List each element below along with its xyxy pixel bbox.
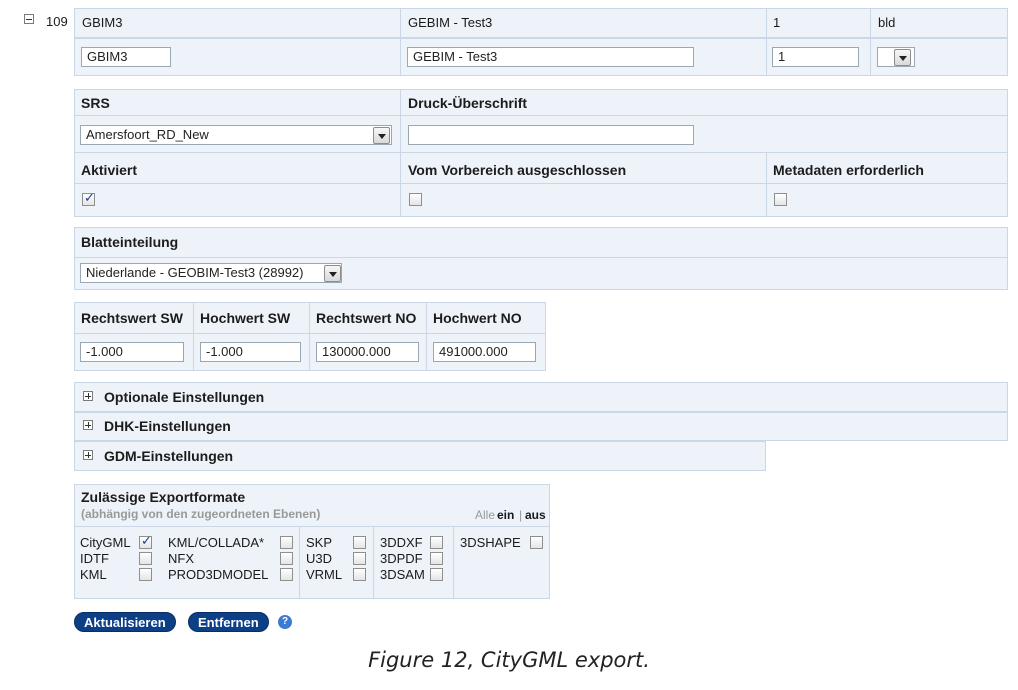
row-title: GEBIM - Test3: [408, 15, 493, 30]
chevron-down-icon[interactable]: [324, 265, 341, 282]
coord-field[interactable]: 491000.000: [433, 342, 536, 362]
format-label: KML: [80, 567, 107, 582]
formats-deselect-all-link[interactable]: aus: [525, 508, 546, 522]
format-label: PROD3DMODEL: [168, 567, 269, 582]
name-field[interactable]: GBIM3: [81, 47, 171, 67]
format-checkbox[interactable]: [280, 568, 293, 581]
srs-section: [74, 89, 1008, 217]
format-label: 3DPDF: [380, 551, 423, 566]
optional-settings-label[interactable]: Optionale Einstellungen: [104, 389, 264, 405]
srs-label: SRS: [81, 95, 110, 111]
remove-button[interactable]: Entfernen: [188, 612, 269, 632]
format-checkbox[interactable]: [430, 536, 443, 549]
sheet-label: Blatteinteilung: [81, 234, 179, 250]
coords-header: Rechtswert SW: [81, 310, 183, 326]
format-checkbox[interactable]: [353, 552, 366, 565]
collapse-row-icon[interactable]: [24, 14, 34, 24]
format-label: CityGML: [80, 535, 131, 550]
format-checkbox[interactable]: [430, 568, 443, 581]
format-label: 3DDXF: [380, 535, 423, 550]
srs-select[interactable]: Amersfoort_RD_New: [80, 125, 392, 145]
metadata-label: Metadaten erforderlich: [773, 162, 924, 178]
print-heading-label: Druck-Überschrift: [408, 95, 528, 111]
plus-box-icon[interactable]: [83, 450, 93, 460]
format-label: U3D: [306, 551, 333, 566]
formats-subtitle: (abhängig von den zugeordneten Ebenen): [81, 507, 321, 521]
format-label: KML/COLLADA*: [168, 535, 265, 550]
update-button[interactable]: Aktualisieren: [74, 612, 176, 632]
format-checkbox[interactable]: [353, 568, 366, 581]
row-number: 1: [773, 15, 781, 30]
formats-title: Zulässige Exportformate: [81, 489, 246, 505]
coord-field[interactable]: 130000.000: [316, 342, 419, 362]
format-checkbox[interactable]: [139, 568, 152, 581]
format-checkbox[interactable]: [280, 552, 293, 565]
activated-label: Aktiviert: [81, 162, 138, 178]
format-checkbox[interactable]: [530, 536, 543, 549]
print-heading-field[interactable]: [408, 125, 694, 145]
format-checkbox[interactable]: [280, 536, 293, 549]
row-id: 109: [46, 14, 68, 29]
coord-field[interactable]: -1.000: [80, 342, 184, 362]
format-label: NFX: [168, 551, 194, 566]
metadata-checkbox[interactable]: [774, 193, 787, 206]
coords-header: Hochwert SW: [200, 310, 291, 326]
excluded-checkbox[interactable]: [409, 193, 422, 206]
excluded-label: Vom Vorbereich ausgeschlossen: [408, 162, 627, 178]
row-header: [74, 8, 1008, 38]
format-label: 3DSAM: [380, 567, 425, 582]
format-checkbox[interactable]: [139, 552, 152, 565]
formats-link-separator: |: [519, 508, 523, 522]
format-label: SKP: [306, 535, 333, 550]
help-icon[interactable]: ?: [278, 615, 292, 629]
plus-box-icon[interactable]: [83, 391, 93, 401]
sheet-select[interactable]: Niederlande - GEOBIM-Test3 (28992): [80, 263, 342, 283]
format-checkbox[interactable]: [353, 536, 366, 549]
dhk-settings-label[interactable]: DHK-Einstellungen: [104, 418, 231, 434]
format-label: 3DSHAPE: [460, 535, 521, 550]
row-name: GBIM3: [82, 15, 123, 30]
format-checkbox[interactable]: [430, 552, 443, 565]
coords-header: Hochwert NO: [433, 310, 522, 326]
coords-header: Rechtswert NO: [316, 310, 417, 326]
formats-all-label: Alle: [475, 508, 496, 522]
title-field[interactable]: GEBIM - Test3: [407, 47, 694, 67]
chevron-down-icon[interactable]: [894, 49, 911, 66]
number-field[interactable]: 1: [772, 47, 859, 67]
format-label: IDTF: [80, 551, 109, 566]
plus-box-icon[interactable]: [83, 420, 93, 430]
format-label: VRML: [306, 567, 343, 582]
formats-select-all-link[interactable]: ein: [497, 508, 514, 522]
coord-field[interactable]: -1.000: [200, 342, 301, 362]
chevron-down-icon[interactable]: [373, 127, 390, 144]
format-checkbox[interactable]: [139, 533, 152, 549]
gdm-settings-label[interactable]: GDM-Einstellungen: [104, 448, 233, 464]
row-code: bld: [878, 15, 896, 30]
figure-caption: Figure 12, CityGML export.: [368, 648, 650, 672]
activated-checkbox[interactable]: [82, 190, 95, 206]
